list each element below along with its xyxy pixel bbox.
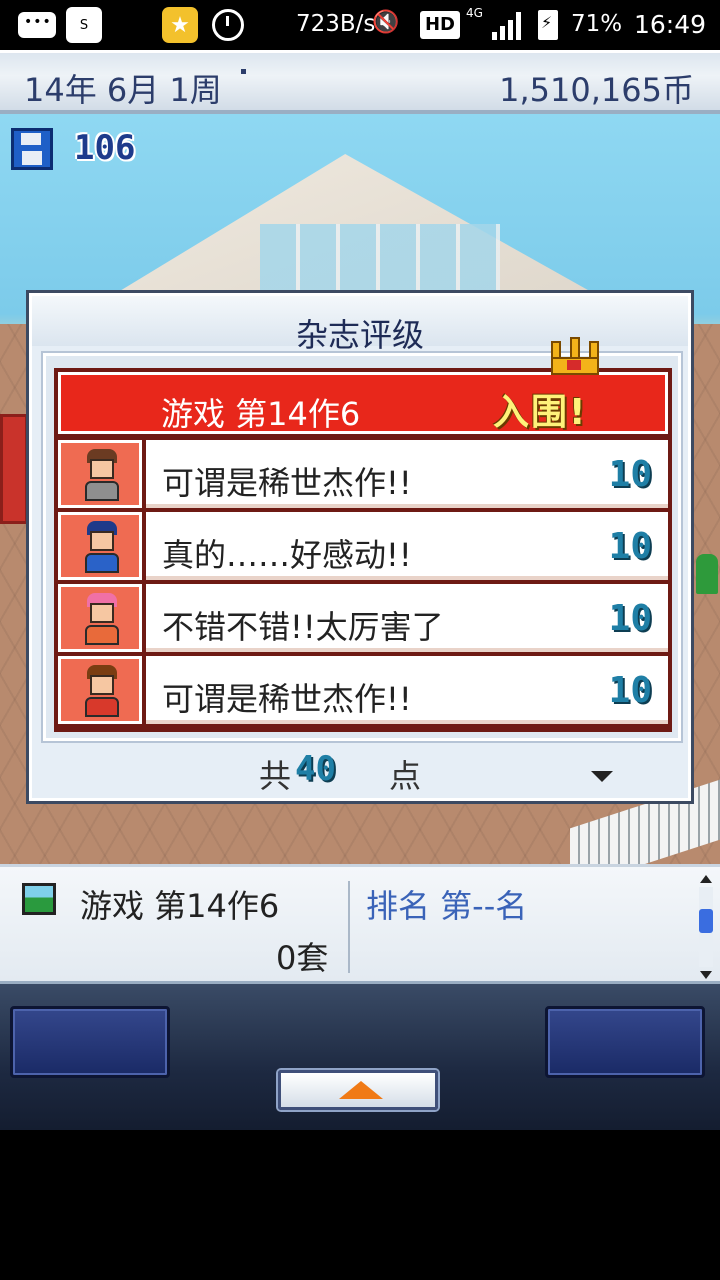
review-comment: 可谓是稀世杰作!! (162, 464, 412, 502)
reviewer-portrait-icon (83, 449, 121, 501)
review-score: 10 (608, 598, 652, 639)
review-score: 10 (608, 526, 652, 567)
left-menu-button[interactable] (10, 1006, 170, 1078)
reviewer-portrait-icon (83, 665, 121, 717)
sim-icon: S (66, 7, 102, 43)
info-game-title: 游戏 第14作6 (80, 887, 280, 925)
top-info-bar: 14年 6月 1周 1,510,165币 (0, 50, 720, 114)
sales-rank: 排名 第--名 (366, 887, 528, 925)
status-bar: S ★ 723B/s 🔇 HD 4G 71% 16:49 (0, 0, 720, 50)
nominated-badge: 入围! (493, 392, 588, 433)
floppy-disk-icon[interactable] (11, 128, 53, 170)
review-comment-box: 真的……好感动!! 10 (146, 512, 668, 580)
scroll-down-arrow-icon[interactable] (700, 971, 712, 979)
network-speed: 723B/s (296, 11, 376, 37)
vending-shelf (0, 414, 28, 524)
battery-percent: 71% (571, 11, 623, 37)
review-comment-box: 不错不错!!太厉害了 10 (146, 584, 668, 652)
magazine-rating-dialog[interactable]: 杂志评级 游戏 第14作6 入围! 可谓是稀世杰作!! 10 真的……好感动!!… (26, 290, 694, 804)
review-comment: 可谓是稀世杰作!! (162, 680, 412, 718)
game-cartridge-icon (22, 883, 56, 915)
nav-area (0, 1130, 720, 1280)
money-counter: 1,510,165币 (499, 71, 694, 109)
info-divider (348, 881, 350, 973)
game-info-panel[interactable]: 游戏 第14作6 0套 排名 第--名 (0, 864, 720, 984)
signal-icon (492, 12, 524, 40)
review-row: 不错不错!!太厉害了 10 (58, 584, 668, 652)
review-row: 可谓是稀世杰作!! 10 (58, 656, 668, 724)
hd-icon: HD (420, 11, 460, 39)
game-title: 游戏 第14作6 (161, 395, 361, 433)
reviewer-avatar (58, 512, 142, 580)
reviewer-avatar (58, 656, 142, 724)
review-comment: 不错不错!!太厉害了 (162, 608, 444, 646)
scrollbar-thumb[interactable] (699, 909, 713, 933)
network-type-icon: 4G (466, 6, 483, 20)
reviewer-portrait-icon (83, 521, 121, 573)
reviewer-portrait-icon (83, 593, 121, 645)
review-score: 10 (608, 454, 652, 495)
review-panel: 游戏 第14作6 入围! 可谓是稀世杰作!! 10 真的……好感动!! 10 不… (43, 337, 681, 741)
star-app-icon: ★ (162, 7, 198, 43)
continue-arrow-icon[interactable] (591, 771, 613, 782)
game-result-header: 游戏 第14作6 入围! (58, 337, 668, 434)
total-prefix: 共 (259, 757, 292, 795)
right-menu-button[interactable] (545, 1006, 705, 1078)
review-row: 真的……好感动!! 10 (58, 512, 668, 580)
total-suffix: 点 (389, 757, 422, 795)
units-sold: 0套 (276, 939, 329, 977)
crown-icon (547, 337, 603, 379)
control-bar (0, 984, 720, 1130)
save-count: 106 (74, 128, 136, 168)
up-arrow-icon (339, 1081, 383, 1099)
expand-menu-button[interactable] (278, 1070, 438, 1110)
message-icon (18, 12, 56, 38)
review-comment-box: 可谓是稀世杰作!! 10 (146, 440, 668, 508)
review-comment-box: 可谓是稀世杰作!! 10 (146, 656, 668, 724)
date-progress-dot (241, 69, 246, 74)
total-value: 40 (295, 749, 336, 789)
reviewer-avatar (58, 440, 142, 508)
battery-icon (538, 10, 558, 40)
review-row: 可谓是稀世杰作!! 10 (58, 440, 668, 508)
review-comment: 真的……好感动!! (162, 536, 412, 574)
review-score: 10 (608, 670, 652, 711)
mute-icon: 🔇 (372, 10, 400, 35)
reviewer-avatar (58, 584, 142, 652)
scroll-up-arrow-icon[interactable] (700, 875, 712, 883)
total-points: 共 40 点 (29, 749, 691, 795)
game-date: 14年 6月 1周 (24, 71, 222, 109)
timer-icon (212, 9, 244, 41)
potted-plant (696, 554, 718, 594)
review-list: 游戏 第14作6 入围! 可谓是稀世杰作!! 10 真的……好感动!! 10 不… (54, 337, 672, 732)
clock: 16:49 (634, 10, 707, 39)
